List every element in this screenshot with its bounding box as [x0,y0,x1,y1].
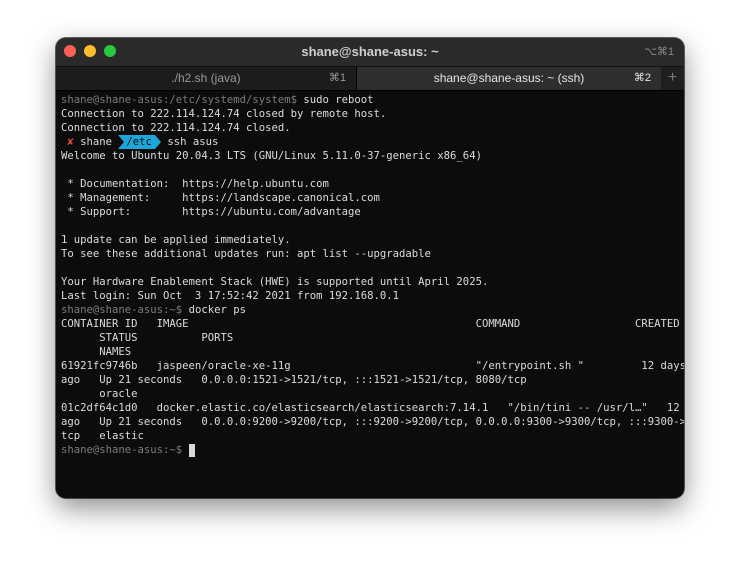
terminal-line: 1 update can be applied immediately. [61,234,291,246]
terminal-line: Connection to 222.114.124.74 closed by r… [61,108,387,120]
terminal-line: * Documentation: https://help.ubuntu.com [61,178,329,190]
terminal-line: tcp elastic [61,430,144,442]
prompt-user-segment: shane [73,136,119,148]
tab-bar: ./h2.sh (java) ⌘1 shane@shane-asus: ~ (s… [56,67,684,91]
terminal-line: Last login: Sun Oct 3 17:52:42 2021 from… [61,290,400,302]
shell-prompt: shane@shane-asus:/etc/systemd/system$ [61,94,297,106]
terminal-window: shane@shane-asus: ~ ⌥⌘1 ./h2.sh (java) ⌘… [56,38,684,498]
tab-h2-java[interactable]: ./h2.sh (java) ⌘1 [56,67,357,90]
terminal-line: ago Up 21 seconds 0.0.0.0:1521->1521/tcp… [61,374,527,386]
command-text: sudo reboot [297,94,374,106]
text-cursor [188,444,195,457]
terminal-line: Connection to 222.114.124.74 closed. [61,122,291,134]
error-mark-icon: ✘ [61,136,74,148]
terminal-line: * Management: https://landscape.canonica… [61,192,380,204]
prompt-dir-segment: /etc [124,135,155,149]
terminal-line: Welcome to Ubuntu 20.04.3 LTS (GNU/Linux… [61,150,482,162]
terminal-output[interactable]: shane@shane-asus:/etc/systemd/system$ su… [56,91,684,498]
terminal-line: CONTAINER ID IMAGE COMMAND CREATED [61,318,680,330]
terminal-line: shane@shane-asus:/etc/systemd/system$ su… [61,93,374,107]
shell-prompt: shane@shane-asus:~$ [61,444,183,456]
new-tab-button[interactable]: + [661,67,684,90]
window-shortcut: ⌥⌘1 [644,46,674,58]
terminal-line: 61921fc9746b jaspeen/oracle-xe-11g "/ent… [61,360,684,372]
terminal-line: oracle [61,388,138,400]
command-text: ssh asus [160,136,219,148]
command-text: docker ps [182,304,246,316]
terminal-line: 01c2df64c1d0 docker.elastic.co/elasticse… [61,402,684,414]
terminal-line: Your Hardware Enablement Stack (HWE) is … [61,276,489,288]
terminal-line: NAMES [61,346,132,358]
window-title: shane@shane-asus: ~ [301,44,439,59]
terminal-line: To see these additional updates run: apt… [61,248,431,260]
terminal-line: STATUS PORTS [61,332,234,344]
terminal-line: shane@shane-asus:~$ [61,443,195,457]
tab-label: ./h2.sh (java) [171,71,241,85]
title-bar[interactable]: shane@shane-asus: ~ ⌥⌘1 [56,38,684,67]
tab-label: shane@shane-asus: ~ (ssh) [433,71,585,85]
terminal-line: shane@shane-asus:~$ docker ps [61,303,246,317]
shell-prompt: shane@shane-asus:~$ [61,304,183,316]
tab-shortcut: ⌘2 [633,72,651,84]
tab-ssh[interactable]: shane@shane-asus: ~ (ssh) ⌘2 [357,67,661,90]
terminal-line: ago Up 21 seconds 0.0.0.0:9200->9200/tcp… [61,416,684,428]
terminal-line: ✘ shane /etc ssh asus [61,135,218,149]
tab-shortcut: ⌘1 [328,72,346,84]
terminal-line: * Support: https://ubuntu.com/advantage [61,206,361,218]
